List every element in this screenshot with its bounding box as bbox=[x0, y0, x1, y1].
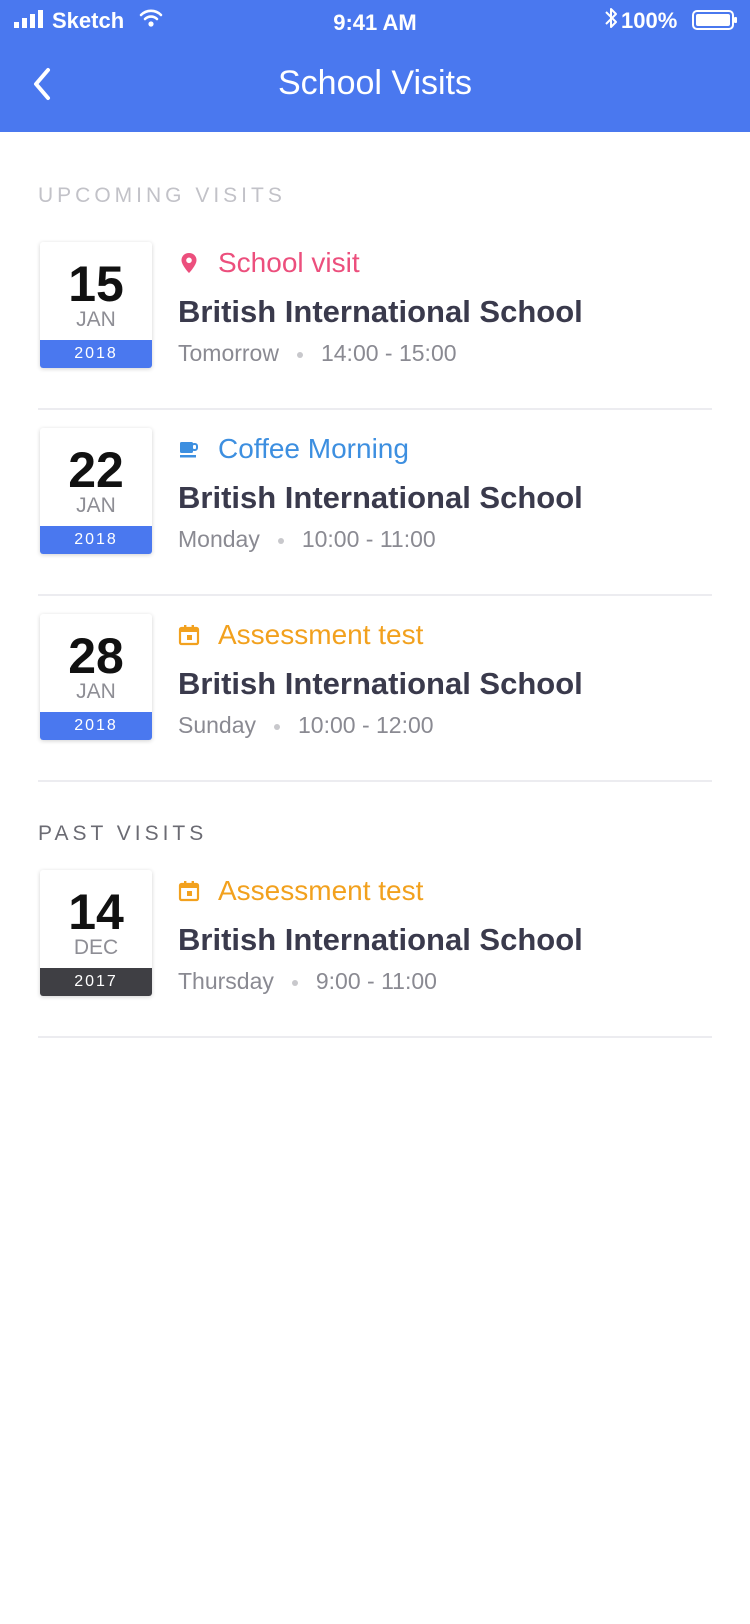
visit-meta: Tomorrow 14:00 - 15:00 bbox=[178, 340, 457, 367]
visit-time: 10:00 - 12:00 bbox=[298, 712, 434, 738]
separator-dot bbox=[274, 723, 281, 730]
bluetooth-icon bbox=[605, 8, 617, 28]
calendar-icon bbox=[178, 625, 200, 646]
visit-day-label: Monday bbox=[178, 526, 260, 552]
visit-meta: Thursday 9:00 - 11:00 bbox=[178, 968, 437, 995]
visit-row[interactable]: 15 JAN 2018 School visit British Internation… bbox=[38, 224, 712, 410]
visit-type-label: Assessment test bbox=[218, 875, 424, 906]
visit-row[interactable]: 22 JAN 2018 Coffee Morning British Internati… bbox=[38, 410, 712, 596]
school-name: British International School bbox=[178, 480, 583, 515]
date-year: 2018 bbox=[40, 340, 152, 368]
date-month: JAN bbox=[76, 680, 116, 703]
visit-time: 14:00 - 15:00 bbox=[320, 340, 457, 366]
visit-day-label: Sunday bbox=[178, 712, 257, 738]
date-card: 22 JAN 2018 bbox=[40, 428, 152, 554]
map-pin-icon bbox=[181, 253, 197, 273]
upcoming-visits-heading: UPCOMING VISITS bbox=[38, 184, 286, 207]
separator-dot bbox=[291, 979, 298, 986]
visit-type-label: Assessment test bbox=[218, 619, 424, 650]
separator-dot bbox=[296, 351, 303, 358]
date-card: 28 JAN 2018 bbox=[40, 614, 152, 740]
separator-dot bbox=[277, 537, 284, 544]
status-bar: Sketch 9:41 AM 100% bbox=[0, 0, 750, 44]
row-divider bbox=[38, 780, 712, 782]
date-day: 15 bbox=[68, 256, 124, 312]
date-month: JAN bbox=[76, 494, 116, 517]
date-card: 14 DEC 2017 bbox=[40, 870, 152, 996]
date-day: 14 bbox=[68, 884, 124, 940]
battery-percent: 100% bbox=[621, 8, 678, 33]
coffee-cup-icon bbox=[180, 442, 198, 458]
date-day: 22 bbox=[68, 442, 124, 498]
visit-time: 9:00 - 11:00 bbox=[315, 968, 437, 994]
visit-day-label: Tomorrow bbox=[178, 340, 279, 366]
past-visits-heading: PAST VISITS bbox=[38, 822, 208, 845]
visit-time: 10:00 - 11:00 bbox=[301, 526, 436, 552]
battery-icon bbox=[692, 10, 737, 30]
page-title: School Visits bbox=[277, 64, 473, 102]
visit-day-label: Thursday bbox=[178, 968, 274, 994]
visit-meta: Monday 10:00 - 11:00 bbox=[178, 526, 436, 553]
visit-type-label: School visit bbox=[218, 247, 360, 278]
row-divider bbox=[38, 1036, 712, 1038]
nav-header: Sketch 9:41 AM 100% School Visits bbox=[0, 0, 750, 132]
school-name: British International School bbox=[178, 922, 583, 957]
date-year: 2018 bbox=[40, 526, 152, 554]
date-day: 28 bbox=[68, 628, 124, 684]
calendar-icon bbox=[178, 881, 200, 902]
date-month: DEC bbox=[73, 936, 119, 959]
date-card: 15 JAN 2018 bbox=[40, 242, 152, 368]
date-year: 2018 bbox=[40, 712, 152, 740]
school-name: British International School bbox=[178, 294, 583, 329]
date-month: JAN bbox=[76, 308, 116, 331]
visit-row[interactable]: 14 DEC 2017 Assessment test British Internat… bbox=[38, 852, 712, 1038]
visit-type-label: Coffee Morning bbox=[218, 433, 409, 464]
visit-meta: Sunday 10:00 - 12:00 bbox=[178, 712, 434, 739]
visit-row[interactable]: 28 JAN 2018 Assessment test British Internat… bbox=[38, 596, 712, 782]
school-name: British International School bbox=[178, 666, 583, 701]
date-year: 2017 bbox=[40, 968, 152, 996]
